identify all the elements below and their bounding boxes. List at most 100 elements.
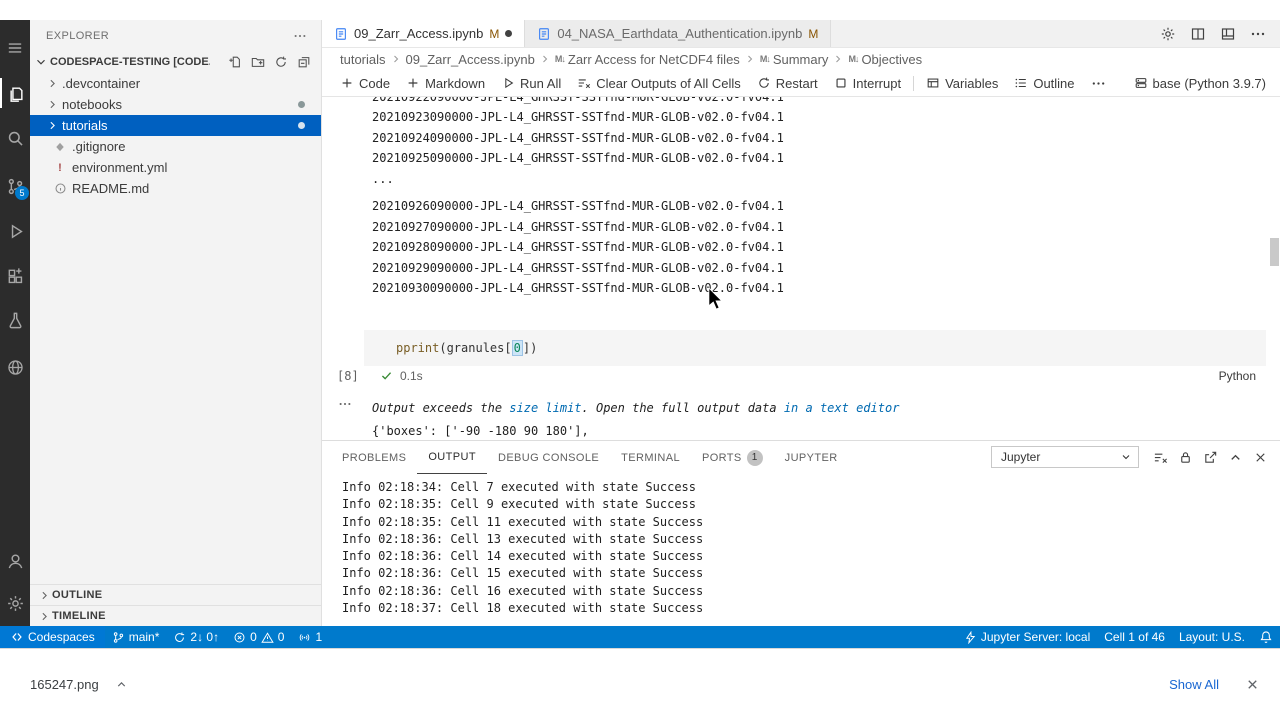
open-in-text-editor-link[interactable]: in a text editor bbox=[784, 401, 900, 415]
plus-icon bbox=[406, 76, 420, 90]
cell-code-editor[interactable]: pprint(granules[0]) bbox=[364, 329, 1266, 366]
git-modified-badge: M bbox=[489, 26, 500, 41]
sync-indicator[interactable]: 2↓ 0↑ bbox=[166, 626, 226, 648]
extensions-icon[interactable] bbox=[0, 261, 30, 291]
tab-problems[interactable]: PROBLEMS bbox=[331, 441, 417, 474]
breadcrumb-item[interactable]: M↓ Summary bbox=[760, 52, 829, 67]
more-actions-icon[interactable] bbox=[1250, 26, 1266, 42]
explorer-item-devcontainer[interactable]: .devcontainer bbox=[30, 73, 321, 94]
search-icon[interactable] bbox=[0, 123, 30, 153]
maximize-panel-icon[interactable] bbox=[1228, 450, 1243, 465]
chevron-up-icon[interactable] bbox=[115, 678, 128, 691]
explorer-icon[interactable] bbox=[0, 78, 30, 108]
outline-button[interactable]: Outline bbox=[1006, 76, 1082, 91]
run-debug-icon[interactable] bbox=[0, 216, 30, 246]
restart-button[interactable]: Restart bbox=[749, 76, 826, 91]
account-icon[interactable] bbox=[0, 546, 30, 576]
breadcrumb-item[interactable]: M↓ Zarr Access for NetCDF4 files bbox=[555, 52, 740, 67]
tab-nasa-earthdata-auth[interactable]: 04_NASA_Earthdata_Authentication.ipynb M bbox=[525, 20, 832, 47]
notifications-bell-icon[interactable] bbox=[1252, 626, 1280, 648]
tab-debug-console[interactable]: DEBUG CONSOLE bbox=[487, 441, 610, 474]
new-folder-icon[interactable] bbox=[251, 55, 265, 69]
size-limit-link[interactable]: size limit bbox=[509, 401, 581, 415]
sync-icon bbox=[173, 631, 186, 644]
explorer-item-gitignore[interactable]: .gitignore bbox=[30, 136, 321, 157]
timeline-section-header[interactable]: TIMELINE bbox=[30, 605, 321, 626]
ports-indicator[interactable]: 1 bbox=[291, 626, 329, 648]
download-shelf: 165247.png Show All bbox=[0, 648, 1280, 720]
tab-terminal[interactable]: TERMINAL bbox=[610, 441, 691, 474]
layout-indicator[interactable]: Layout: U.S. bbox=[1172, 626, 1252, 648]
close-panel-icon[interactable] bbox=[1253, 450, 1268, 465]
code-cell[interactable]: pprint(granules[0]) [8] 0.1s Python bbox=[337, 329, 1266, 386]
explorer-item-environment-yml[interactable]: ! environment.yml bbox=[30, 157, 321, 178]
outline-section-header[interactable]: OUTLINE bbox=[30, 584, 321, 605]
clear-output-icon[interactable] bbox=[1153, 450, 1168, 465]
download-item[interactable]: 165247.png bbox=[20, 669, 138, 700]
chevron-right-icon bbox=[44, 77, 60, 90]
scm-badge: 5 bbox=[15, 186, 29, 200]
open-output-in-editor-icon[interactable] bbox=[1203, 450, 1218, 465]
plus-icon bbox=[340, 76, 354, 90]
settings-gear-icon[interactable] bbox=[1160, 26, 1176, 42]
kernel-picker[interactable]: base (Python 3.9.7) bbox=[1134, 76, 1280, 91]
output-log[interactable]: Info 02:18:34: Cell 7 executed with stat… bbox=[322, 474, 1280, 617]
dirty-indicator[interactable] bbox=[505, 30, 513, 37]
source-control-icon[interactable]: 5 bbox=[0, 171, 30, 201]
run-all-button[interactable]: Run All bbox=[493, 76, 569, 91]
remote-indicator[interactable]: Codespaces bbox=[0, 626, 105, 648]
toolbar-more-icon[interactable] bbox=[1083, 76, 1114, 91]
split-editor-icon[interactable] bbox=[1190, 26, 1206, 42]
breadcrumb-item[interactable]: M↓ Objectives bbox=[848, 52, 922, 67]
explorer-item-readme[interactable]: README.md bbox=[30, 178, 321, 199]
output-channel-select[interactable]: Jupyter bbox=[991, 446, 1139, 468]
collapse-all-icon[interactable] bbox=[297, 55, 311, 69]
remote-explorer-icon[interactable] bbox=[0, 352, 30, 382]
clear-outputs-button[interactable]: Clear Outputs of All Cells bbox=[569, 76, 749, 91]
tab-zarr-access[interactable]: 09_Zarr_Access.ipynb M bbox=[322, 20, 526, 47]
tab-output[interactable]: OUTPUT bbox=[417, 441, 487, 474]
cell-language[interactable]: Python bbox=[1219, 369, 1256, 383]
play-icon bbox=[501, 76, 515, 90]
refresh-icon[interactable] bbox=[274, 55, 288, 69]
output-more-icon[interactable] bbox=[338, 397, 352, 411]
lock-auto-scroll-icon[interactable] bbox=[1178, 450, 1193, 465]
new-file-icon[interactable] bbox=[228, 55, 242, 69]
output-line: 20210925090000-JPL-L4_GHRSST-SSTfnd-MUR-… bbox=[372, 151, 784, 165]
explorer-item-notebooks[interactable]: notebooks bbox=[30, 94, 321, 115]
git-branch-icon bbox=[112, 631, 125, 644]
radio-tower-icon bbox=[298, 631, 311, 644]
variables-button[interactable]: Variables bbox=[918, 76, 1006, 91]
sidebar-more-icon[interactable] bbox=[293, 29, 307, 43]
show-all-downloads-button[interactable]: Show All bbox=[1169, 677, 1219, 692]
notebook-toolbar: Code Markdown Run All Clear Outputs of A… bbox=[322, 70, 1280, 97]
toolbar-separator bbox=[913, 75, 915, 91]
log-line: Info 02:18:36: Cell 16 executed with sta… bbox=[342, 583, 704, 598]
chevron-right-icon bbox=[744, 53, 756, 65]
branch-indicator[interactable]: main* bbox=[105, 626, 167, 648]
interrupt-button[interactable]: Interrupt bbox=[826, 76, 909, 91]
output-line: 20210927090000-JPL-L4_GHRSST-SSTfnd-MUR-… bbox=[372, 219, 784, 234]
output-truncation-notice: Output exceeds the size limit. Open the … bbox=[372, 400, 900, 415]
breadcrumb-item[interactable]: tutorials bbox=[340, 52, 386, 67]
problems-indicator[interactable]: 0 0 bbox=[226, 626, 291, 648]
panel-tab-bar: PROBLEMS OUTPUT DEBUG CONSOLE TERMINAL P… bbox=[322, 441, 1280, 474]
chevron-right-icon bbox=[539, 53, 551, 65]
success-check-icon bbox=[380, 369, 393, 382]
add-code-cell-button[interactable]: Code bbox=[332, 76, 398, 91]
explorer-item-tutorials[interactable]: tutorials bbox=[30, 115, 321, 136]
testing-beaker-icon[interactable] bbox=[0, 305, 30, 335]
tab-jupyter[interactable]: JUPYTER bbox=[774, 441, 849, 474]
jupyter-server-indicator[interactable]: Jupyter Server: local bbox=[957, 626, 1097, 648]
customize-layout-icon[interactable] bbox=[1220, 26, 1236, 42]
menu-icon[interactable] bbox=[0, 33, 30, 63]
breadcrumb-item[interactable]: 09_Zarr_Access.ipynb bbox=[406, 52, 535, 67]
editor-scrollbar[interactable] bbox=[1270, 238, 1279, 266]
git-modified-badge: M bbox=[808, 26, 819, 41]
close-downloads-icon[interactable] bbox=[1245, 677, 1260, 692]
cell-position-indicator[interactable]: Cell 1 of 46 bbox=[1097, 626, 1172, 648]
add-markdown-cell-button[interactable]: Markdown bbox=[398, 76, 493, 91]
tab-ports[interactable]: PORTS 1 bbox=[691, 441, 774, 474]
workspace-header[interactable]: CODESPACE-TESTING [CODE... bbox=[30, 51, 321, 73]
settings-gear-icon[interactable] bbox=[0, 588, 30, 618]
